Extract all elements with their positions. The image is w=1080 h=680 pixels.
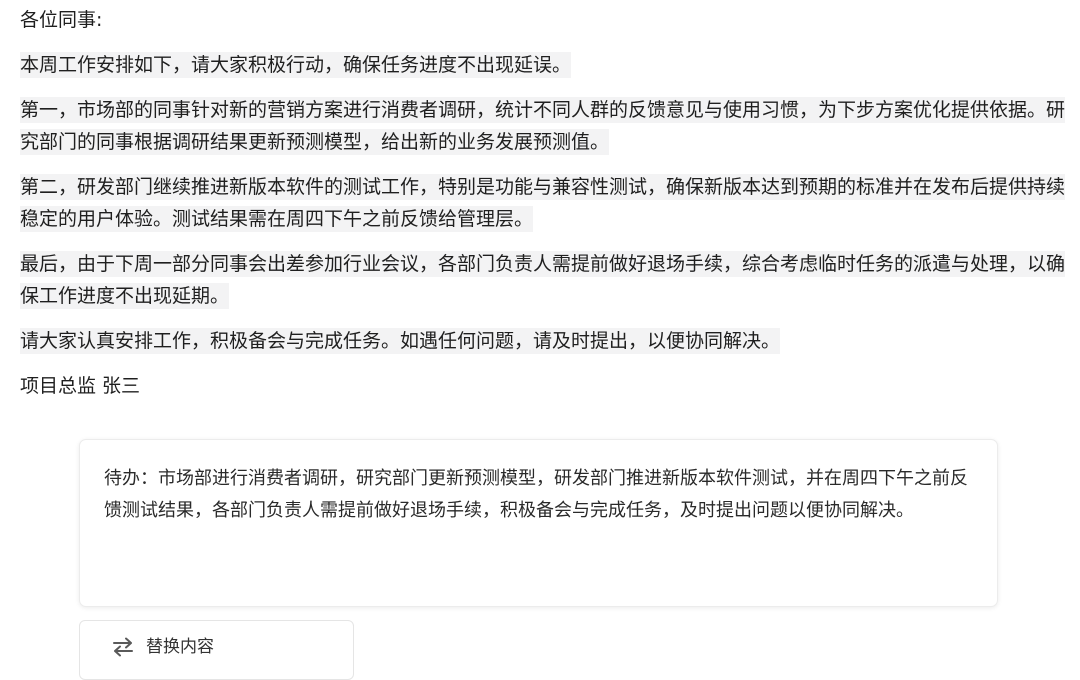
memo-closing: 请大家认真安排工作，积极备会与完成任务。如遇任何问题，请及时提出，以便协同解决。 — [20, 328, 781, 354]
memo-signature: 项目总监 张三 — [20, 375, 141, 397]
replace-content-label: 替换内容 — [146, 637, 214, 657]
memo-greeting: 各位同事: — [20, 9, 103, 31]
replace-content-button[interactable]: 替换内容 — [79, 620, 354, 680]
memo-paragraph-2: 第二，研发部门继续推进新版本软件的测试工作，特别是功能与兼容性测试，确保新版本达… — [20, 174, 1066, 232]
summary-card: 待办：市场部进行消费者调研，研究部门更新预测模型，研发部门推进新版本软件测试，并… — [79, 439, 998, 607]
memo-paragraph-3: 最后，由于下周一部分同事会出差参加行业会议，各部门负责人需提前做好退场手续，综合… — [20, 251, 1066, 309]
swap-arrows-icon — [110, 635, 136, 659]
memo-content: 各位同事: 本周工作安排如下，请大家积极行动，确保任务进度不出现延误。 第一，市… — [0, 0, 1066, 402]
summary-text: 待办：市场部进行消费者调研，研究部门更新预测模型，研发部门推进新版本软件测试，并… — [104, 468, 968, 521]
memo-intro: 本周工作安排如下，请大家积极行动，确保任务进度不出现延误。 — [20, 52, 572, 78]
memo-paragraph-1: 第一，市场部的同事针对新的营销方案进行消费者调研，统计不同人群的反馈意见与使用习… — [20, 97, 1066, 155]
